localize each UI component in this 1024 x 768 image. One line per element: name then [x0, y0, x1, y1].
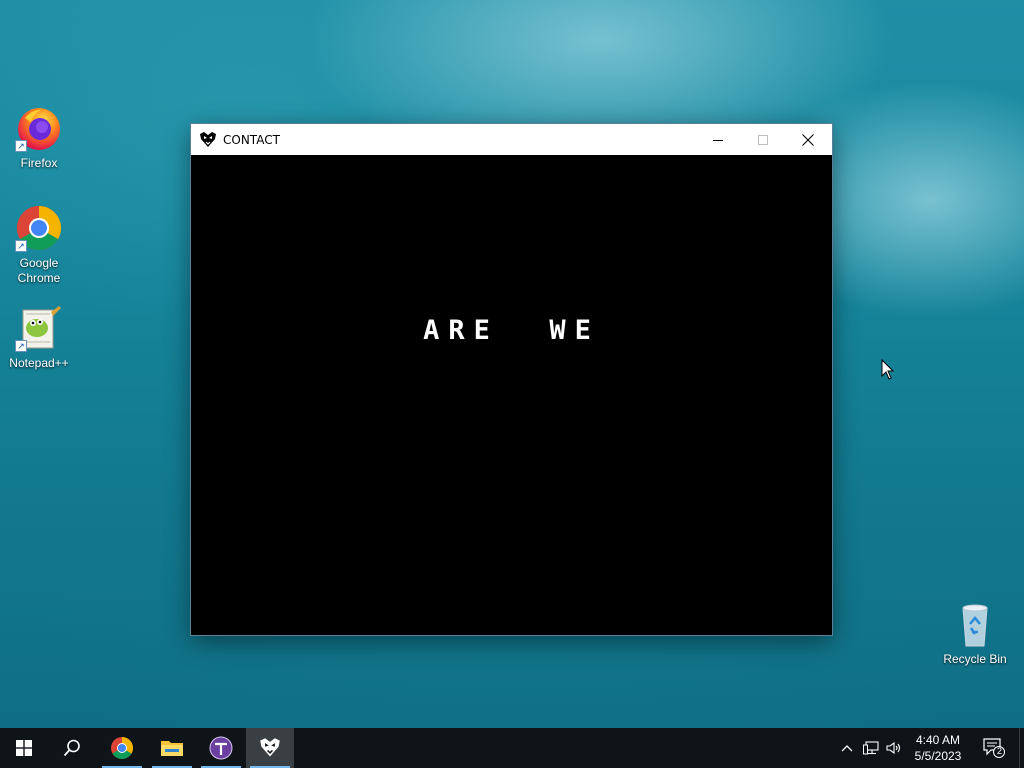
notepadpp-icon: ↗	[15, 304, 63, 352]
heart-emblem-icon	[200, 131, 216, 147]
desktop-icon-label: Recycle Bin	[943, 652, 1007, 666]
recycle-bin-icon	[951, 600, 999, 648]
desktop-icon-label: Google Chrome	[17, 256, 61, 285]
desktop-icon-notepadpp[interactable]: ↗ Notepad++	[1, 304, 77, 371]
speaker-icon	[886, 741, 901, 755]
game-dialogue-text: ARE WE	[423, 315, 600, 346]
network-icon	[863, 741, 879, 755]
show-desktop-button[interactable]	[1019, 728, 1020, 768]
volume-button[interactable]	[884, 728, 904, 768]
clock-date: 5/5/2023	[914, 749, 962, 763]
purple-orb-icon	[209, 736, 233, 760]
window-titlebar[interactable]: CONTACT	[191, 124, 832, 155]
chevron-up-icon	[841, 745, 853, 752]
firefox-icon: ↗	[15, 104, 63, 152]
start-button[interactable]	[0, 728, 48, 768]
desktop-icon-firefox[interactable]: ↗ Firefox	[1, 104, 77, 171]
folder-icon	[161, 741, 183, 756]
taskbar-chrome[interactable]	[98, 728, 146, 768]
windows-logo-icon	[16, 740, 32, 756]
desktop: ↗ Firefox ↗ Google Chrome ↗ Notepad++ Re…	[0, 0, 1024, 728]
taskbar-tor-app[interactable]	[197, 728, 245, 768]
desktop-icon-label: Firefox	[20, 156, 58, 170]
taskbar-file-explorer[interactable]	[148, 728, 196, 768]
show-hidden-icons-button[interactable]	[838, 728, 856, 768]
taskbar-contact[interactable]	[246, 728, 294, 768]
mouse-cursor-icon	[881, 359, 895, 380]
taskbar-clock[interactable]: 4:40 AM 5/5/2023	[905, 728, 971, 768]
network-button[interactable]	[861, 728, 881, 768]
close-button[interactable]	[785, 124, 830, 155]
notification-count-badge: 2	[997, 746, 1003, 756]
search-icon	[63, 739, 80, 757]
desktop-icon-chrome[interactable]: ↗ Google Chrome	[1, 204, 77, 286]
game-canvas[interactable]: ARE WE	[191, 155, 832, 635]
chrome-icon	[111, 737, 133, 759]
taskbar: 4:40 AM 5/5/2023 2	[0, 728, 1024, 768]
search-button[interactable]	[48, 728, 96, 768]
close-icon	[801, 133, 814, 146]
minimize-icon	[712, 139, 723, 141]
minimize-button[interactable]	[695, 124, 740, 155]
contact-window[interactable]: CONTACT ARE WE	[191, 124, 832, 635]
chrome-icon: ↗	[15, 204, 63, 252]
window-title: CONTACT	[223, 132, 280, 147]
maximize-button[interactable]	[740, 124, 785, 155]
heart-emblem-icon	[260, 738, 280, 757]
desktop-icon-label: Notepad++	[9, 356, 69, 370]
desktop-icon-recycle-bin[interactable]: Recycle Bin	[937, 600, 1013, 667]
maximize-icon	[757, 134, 768, 145]
action-center-button[interactable]: 2	[978, 728, 1010, 768]
clock-time: 4:40 AM	[915, 733, 961, 747]
